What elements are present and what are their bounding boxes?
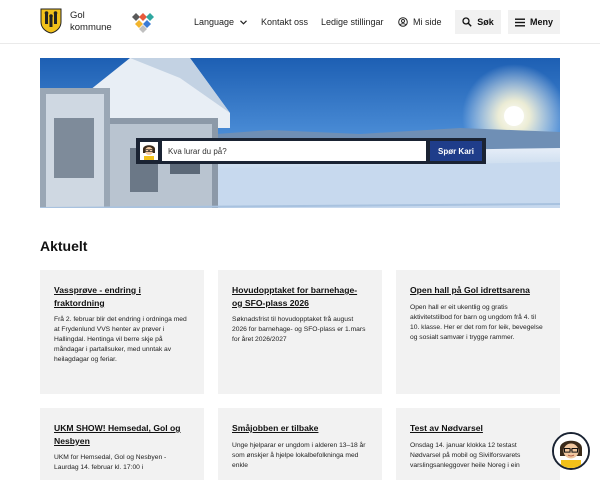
ask-kari-input[interactable]: Kva lurar du på? xyxy=(162,141,426,161)
language-dropdown[interactable]: Language xyxy=(194,0,247,44)
news-card[interactable]: UKM SHOW! Hemsedal, Gol og Nesbyen UKM f… xyxy=(40,408,204,480)
ask-kari-searchbar: Kva lurar du på? Spør Kari xyxy=(136,138,486,164)
search-button-label: Søk xyxy=(477,17,494,27)
site-header: Gol kommune Language Kontakt oss Ledige … xyxy=(0,0,600,44)
news-card[interactable]: Test av Nødvarsel Onsdag 14. januar klok… xyxy=(396,408,560,480)
snowy-cabin-photo xyxy=(40,58,560,208)
mypage-label: Mi side xyxy=(413,17,442,27)
chevron-down-icon xyxy=(240,19,247,25)
nav-mypage-link[interactable]: Mi side xyxy=(398,0,442,44)
news-card-title[interactable]: Småjobben er tilbake xyxy=(232,422,368,435)
news-card-title[interactable]: Open hall på Gol idrettsarena xyxy=(410,284,546,297)
hamburger-icon xyxy=(514,18,525,26)
news-card-text: UKM for Hemsedal, Gol og Nesbyen - Laurd… xyxy=(54,454,167,471)
news-card-title[interactable]: UKM SHOW! Hemsedal, Gol og Nesbyen xyxy=(54,422,190,447)
language-label: Language xyxy=(194,17,235,27)
news-card[interactable]: Open hall på Gol idrettsarena Open hall … xyxy=(396,270,560,394)
search-icon xyxy=(462,17,472,27)
ask-kari-button[interactable]: Spør Kari xyxy=(429,141,482,161)
municipality-name[interactable]: Gol kommune xyxy=(70,10,112,34)
kari-avatar xyxy=(140,142,158,160)
news-section-title: Aktuelt xyxy=(40,238,88,254)
news-card-text: Unge hjelparar er ungdom i alderen 13–18… xyxy=(232,441,366,469)
news-card-text: Open hall er eit ukentlig og gratis akti… xyxy=(410,303,543,341)
kari-avatar-icon xyxy=(554,434,588,468)
hero-banner: Kva lurar du på? Spør Kari xyxy=(40,58,560,208)
brand-line-1: Gol xyxy=(70,10,85,21)
nav-jobs-link[interactable]: Ledige stillingar xyxy=(321,0,384,44)
chatbot-launcher-button[interactable] xyxy=(552,432,590,470)
user-circle-icon xyxy=(398,17,408,27)
news-card-text: Onsdag 14. januar klokka 12 testast Nødv… xyxy=(410,441,521,469)
regional-diamond-logo[interactable] xyxy=(128,11,158,33)
menu-button[interactable]: Meny xyxy=(508,10,560,34)
search-button[interactable]: Søk xyxy=(455,10,501,34)
news-card-title[interactable]: Test av Nødvarsel xyxy=(410,422,546,435)
news-card[interactable]: Vassprøve - endring i fraktordning Frå 2… xyxy=(40,270,204,394)
brand-line-2: kommune xyxy=(70,22,112,33)
news-card[interactable]: Småjobben er tilbake Unge hjelparar er u… xyxy=(218,408,382,480)
news-card-text: Søknadsfrist til hovudopptaket frå augus… xyxy=(232,316,366,343)
news-card-title[interactable]: Vassprøve - endring i fraktordning xyxy=(54,284,190,309)
news-card-title[interactable]: Hovudopptaket for barnehage- og SFO-plas… xyxy=(232,284,368,309)
news-card-text: Frå 2. februar blir det endring i ordnin… xyxy=(54,316,187,363)
gol-coat-of-arms-logo[interactable] xyxy=(40,8,62,34)
news-card[interactable]: Hovudopptaket for barnehage- og SFO-plas… xyxy=(218,270,382,394)
menu-button-label: Meny xyxy=(529,17,553,27)
nav-contact-link[interactable]: Kontakt oss xyxy=(261,0,308,44)
